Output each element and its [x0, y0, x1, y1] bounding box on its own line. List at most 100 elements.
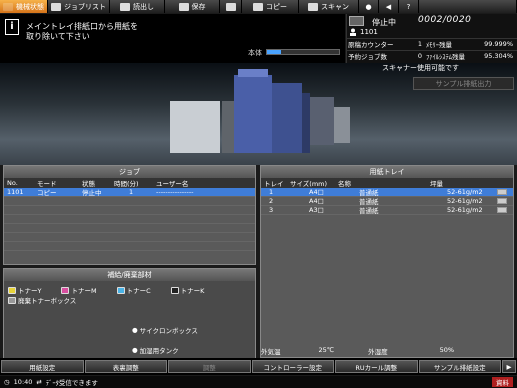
- paper-setting-button[interactable]: 用紙設定: [1, 360, 84, 373]
- copy-icon: [253, 2, 263, 11]
- humidifier-tank[interactable]: ● 加湿用タンク: [132, 345, 179, 355]
- tab-label: 保存: [191, 2, 206, 11]
- paper-tray-panel: 用紙トレイ トレイ サイズ(mm) 名称 坪量 1 A4□ 普通紙 52-61g…: [260, 165, 514, 358]
- tab-recall[interactable]: 読出し: [110, 0, 165, 13]
- clock-icon: ◷: [4, 378, 10, 386]
- cell-tray: 1: [269, 188, 274, 196]
- table-row[interactable]: [4, 197, 255, 206]
- cyclone-box[interactable]: ● サイクロンボックス: [132, 325, 198, 335]
- col-header: ユーザー名: [156, 180, 189, 188]
- resource-badge[interactable]: 資料: [492, 377, 513, 387]
- toner-y-icon: [8, 286, 16, 294]
- tab-job-list[interactable]: ジョブリスト: [48, 0, 110, 13]
- tab-label: ジョブリスト: [64, 2, 106, 11]
- info-icon: i: [5, 19, 19, 35]
- table-row[interactable]: [4, 233, 255, 242]
- ambient-readout: 外気温 25℃ 外湿度 50%: [261, 346, 454, 356]
- status-row: 原稿カウンター 1 ﾒﾓﾘｰ残量 99.999%: [346, 38, 517, 49]
- col-header: 時間(分): [114, 180, 139, 188]
- help-button[interactable]: ?: [399, 0, 419, 13]
- job-counter: 0002/0020: [418, 15, 472, 25]
- toner-k[interactable]: トナーK: [170, 285, 204, 295]
- cell-state: 停止中: [82, 189, 102, 197]
- footer-message: ﾃﾞｰﾀ受信できます: [45, 379, 98, 387]
- cell-size: A3□: [309, 206, 324, 214]
- cell-tray: 2: [269, 197, 274, 205]
- printer-icon: [3, 2, 13, 11]
- table-row[interactable]: [4, 206, 255, 215]
- cell-name: 普通紙: [359, 207, 379, 215]
- user-id: 1101: [360, 28, 378, 36]
- save-icon: [178, 2, 189, 11]
- table-row[interactable]: [4, 242, 255, 251]
- status-value: 99.999%: [484, 40, 513, 48]
- next-page-button[interactable]: ▶: [502, 360, 516, 373]
- cell-user: ----------------: [156, 188, 194, 196]
- sample-output-setting-button[interactable]: サンプル排紙設定: [418, 360, 501, 373]
- cell-tray: 3: [269, 206, 274, 214]
- tray-level-icon: [497, 198, 507, 204]
- toner-c[interactable]: トナーC: [116, 285, 151, 295]
- status-value: 95.304%: [484, 52, 513, 60]
- toner-y[interactable]: トナーY: [8, 285, 41, 295]
- ru-curl-adjust-button[interactable]: RUカール調整: [335, 360, 418, 373]
- clock-time: 10:40: [13, 378, 33, 386]
- tab-label: スキャン: [321, 2, 349, 11]
- table-row[interactable]: 1101 コピー 停止中 1 ----------------: [4, 188, 255, 197]
- cell-no: 1101: [7, 188, 24, 196]
- tray-level-icon: [497, 207, 507, 213]
- job-list-icon: [51, 2, 61, 11]
- volume-button[interactable]: ◀: [379, 0, 399, 13]
- table-row[interactable]: [4, 224, 255, 233]
- tab-spacer-button[interactable]: [220, 0, 242, 13]
- tab-copy[interactable]: コピー: [242, 0, 299, 13]
- adjust-button[interactable]: 調整: [168, 360, 251, 373]
- tab-store[interactable]: 保存: [165, 0, 220, 13]
- status-value: 1: [417, 40, 422, 48]
- front-back-adjust-button[interactable]: 表裏調整: [84, 360, 167, 373]
- cell-weight: 52-61g/m2: [447, 197, 483, 205]
- settings-icon: [225, 2, 236, 11]
- footer-bar: ◷ 10:40 ⇄ ﾃﾞｰﾀ受信できます 資料: [0, 376, 517, 388]
- outside-temp-value: 25℃: [318, 346, 335, 354]
- main-body-label: 本体: [248, 49, 262, 57]
- cyclone-label: サイクロンボックス: [139, 327, 198, 335]
- tab-filler: [419, 0, 517, 13]
- toner-label: トナーY: [18, 287, 42, 295]
- tray-row[interactable]: 3 A3□ 普通紙 52-61g/m2: [261, 206, 513, 215]
- cell-size: A4□: [309, 188, 324, 196]
- outside-temp-label: 外気温: [261, 348, 281, 356]
- sample-output-button[interactable]: サンプル排紙出力: [413, 77, 514, 90]
- scanner-status: スキャナー使用可能です: [382, 64, 459, 72]
- tank-icon: ●: [132, 346, 138, 354]
- col-header: No.: [7, 179, 18, 187]
- col-header: 坪量: [430, 180, 443, 188]
- tray-level-icon: [497, 189, 507, 195]
- top-tab-bar: 機械状態 ジョブリスト 読出し 保存 コピー スキャン ● ◀ ?: [0, 0, 517, 13]
- status-label: 原稿カウンター: [348, 41, 394, 49]
- tab-scan[interactable]: スキャン: [299, 0, 359, 13]
- outside-humid-value: 50%: [439, 346, 455, 354]
- progress-fill: [267, 50, 282, 54]
- tab-machine-status[interactable]: 機械状態: [0, 0, 48, 13]
- status-value: 0: [417, 52, 422, 60]
- stop-status-icon: [349, 16, 364, 26]
- toner-label: トナーC: [126, 287, 151, 295]
- user-icon: [350, 28, 356, 36]
- col-header: トレイ: [264, 180, 284, 188]
- cell-weight: 52-61g/m2: [447, 188, 483, 196]
- humid-label: 加湿用タンク: [139, 347, 179, 355]
- consumables-body: トナーY トナーM トナーC トナーK 廃棄トナーボックス ● サイクロンボックス…: [4, 281, 255, 358]
- controller-setting-button[interactable]: コントローラー設定: [251, 360, 334, 373]
- toner-row: トナーY トナーM トナーC トナーK: [8, 285, 204, 295]
- toner-m[interactable]: トナーM: [61, 285, 97, 295]
- toner-k-icon: [170, 286, 179, 294]
- cell-weight: 52-61g/m2: [447, 206, 483, 214]
- table-row[interactable]: [4, 215, 255, 224]
- status-row: 予約ジョブ数 0 ﾌｧｲﾙｼｽﾃﾑ残量 95.304%: [346, 50, 517, 61]
- power-save-button[interactable]: ●: [359, 0, 379, 13]
- cyclone-icon: ●: [132, 326, 138, 334]
- waste-toner-box[interactable]: 廃棄トナーボックス: [8, 295, 76, 305]
- toner-m-icon: [61, 286, 70, 294]
- recall-icon: [120, 2, 130, 11]
